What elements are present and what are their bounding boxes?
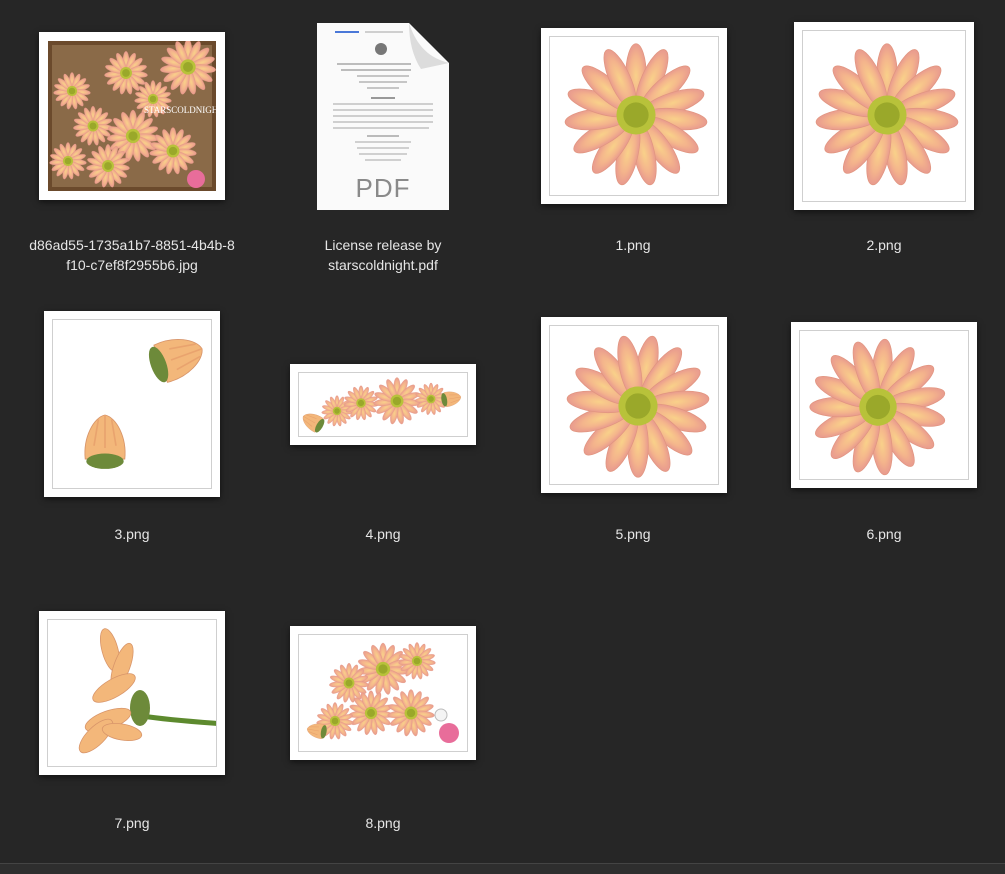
file-name[interactable]: d86ad55-1735a1b7-8851-4b4b-8 f10-c7ef8f2… xyxy=(12,235,252,275)
file-name[interactable]: License release by starscoldnight.pdf xyxy=(263,235,503,275)
file-name-line-1: 1.png xyxy=(615,237,651,253)
flower-bouquet-image xyxy=(305,642,459,743)
file-name[interactable]: 3.png xyxy=(12,524,252,544)
image-thumbnail[interactable] xyxy=(541,317,727,493)
image-thumbnail[interactable] xyxy=(290,364,476,445)
bottom-status-bar xyxy=(0,863,1005,874)
file-name[interactable]: 5.png xyxy=(513,524,753,544)
watermark-text: STARSCOLDNIGHT xyxy=(144,105,216,115)
image-thumbnail[interactable] xyxy=(39,611,225,775)
file-name[interactable]: 8.png xyxy=(263,813,503,833)
pdf-badge: PDF xyxy=(355,173,411,203)
file-name[interactable]: 1.png xyxy=(513,235,753,255)
file-name-line-2: starscoldnight.pdf xyxy=(328,257,438,273)
file-name[interactable]: 2.png xyxy=(764,235,1004,255)
image-thumbnail[interactable] xyxy=(290,626,476,760)
flower-image xyxy=(801,331,955,479)
image-thumbnail[interactable] xyxy=(44,311,220,497)
pdf-document-icon[interactable]: PDF xyxy=(317,23,449,210)
image-thumbnail[interactable] xyxy=(541,28,727,204)
file-name-line-1: 4.png xyxy=(365,526,401,542)
file-name-line-2: f10-c7ef8f2955b6.jpg xyxy=(66,257,198,273)
file-name-line-1: 5.png xyxy=(615,526,651,542)
flower-buds-image xyxy=(84,329,210,470)
file-name-line-1: 2.png xyxy=(866,237,902,253)
image-thumbnail[interactable] xyxy=(794,22,974,210)
flower-with-stem-image xyxy=(78,628,216,754)
flower-collage-image: STARSCOLDNIGHT xyxy=(48,41,216,191)
file-name-line-1: License release by xyxy=(324,237,442,253)
flower-image xyxy=(552,326,718,484)
file-name-line-1: 6.png xyxy=(866,526,902,542)
file-name-line-1: 8.png xyxy=(365,815,401,831)
file-name-line-1: 3.png xyxy=(114,526,150,542)
image-thumbnail[interactable] xyxy=(791,322,977,488)
file-name-line-1: d86ad55-1735a1b7-8851-4b4b-8 xyxy=(29,237,235,253)
file-name[interactable]: 7.png xyxy=(12,813,252,833)
flower-image xyxy=(814,43,960,188)
flower-garland-image xyxy=(299,377,463,435)
file-name-line-1: 7.png xyxy=(114,815,150,831)
flower-image xyxy=(563,43,709,188)
file-name[interactable]: 6.png xyxy=(764,524,1004,544)
file-name[interactable]: 4.png xyxy=(263,524,503,544)
image-thumbnail[interactable]: STARSCOLDNIGHT xyxy=(39,32,225,200)
